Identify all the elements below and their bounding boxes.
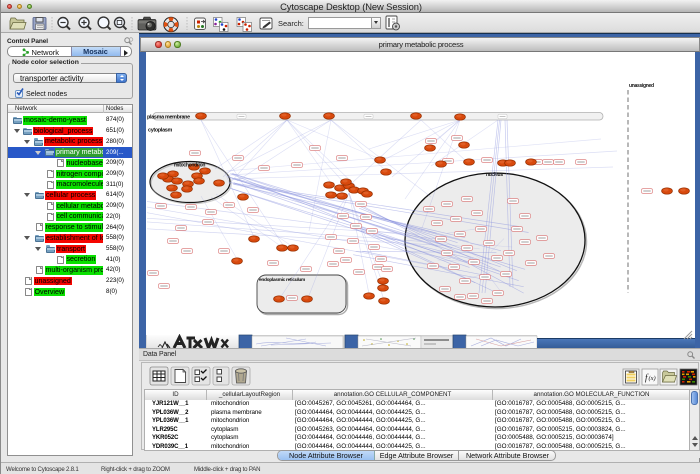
svg-text:cytoplasm: cytoplasm (148, 128, 172, 134)
svg-text:nucleus: nucleus (486, 172, 503, 178)
svg-text:plasma membrane: plasma membrane (147, 115, 190, 121)
svg-text:mitochondrion: mitochondrion (174, 163, 205, 169)
svg-text:unassigned: unassigned (629, 83, 654, 89)
svg-text:(x): (x) (649, 375, 656, 382)
svg-text:endoplasmic reticulum: endoplasmic reticulum (259, 277, 305, 283)
